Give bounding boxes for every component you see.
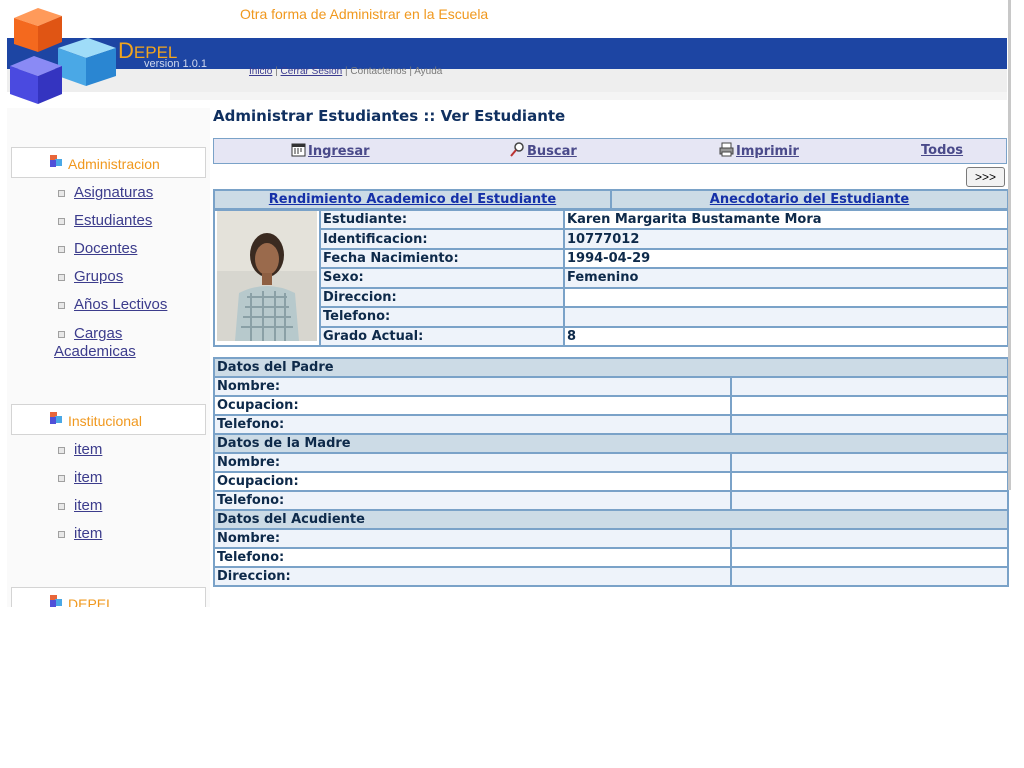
section-header-padre: Datos del Padre — [213, 357, 1009, 378]
next-page-button[interactable]: >>> — [966, 167, 1005, 187]
sidebar-section-title: Institucional — [68, 413, 142, 429]
tab-anecdotario-link[interactable]: Anecdotario del Estudiante — [710, 192, 909, 207]
sidebar-item-inst[interactable]: item — [74, 441, 102, 458]
sidebar-section-institucional: Institucional — [11, 404, 206, 435]
field-value — [730, 376, 1009, 397]
version-label: version 1.0.1 — [144, 58, 207, 70]
field-value: 8 — [563, 325, 1009, 348]
nav-separator: | — [409, 66, 412, 77]
sidebar-section-administracion: Administracion — [11, 147, 206, 178]
field-value — [730, 395, 1009, 416]
student-photo-image — [217, 212, 317, 341]
parents-table: Datos del Padre Nombre: Ocupacion: Telef… — [213, 357, 1009, 587]
field-value: Karen Margarita Bustamante Mora — [563, 208, 1009, 231]
sidebar-item-inst[interactable]: item — [74, 497, 102, 514]
cube-icon — [50, 595, 62, 607]
field-label: Telefono: — [213, 547, 732, 568]
field-label: Identificacion: — [319, 228, 565, 250]
field-label: Ocupacion: — [213, 395, 732, 416]
field-label: Nombre: — [213, 376, 732, 397]
bullet-icon — [58, 475, 65, 482]
todos-link[interactable]: Todos — [921, 143, 963, 158]
section-header-madre: Datos de la Madre — [213, 433, 1009, 454]
header-top — [0, 0, 1008, 38]
field-value: Femenino — [563, 267, 1009, 289]
sidebar-item-asignaturas[interactable]: Asignaturas — [74, 184, 153, 201]
field-label: Direccion: — [213, 566, 732, 587]
browser-frame: Otra forma de Administrar en la Escuela … — [0, 0, 1024, 607]
field-value — [730, 452, 1009, 473]
nav-ayuda-link[interactable]: Ayuda — [414, 66, 442, 77]
field-label: Fecha Nacimiento: — [319, 247, 565, 270]
sidebar-item-inst[interactable]: item — [74, 525, 102, 542]
field-value — [730, 490, 1009, 511]
sidebar: Administracion Asignaturas Estudiantes D… — [7, 108, 210, 607]
field-label: Estudiante: — [319, 208, 565, 231]
nav-band — [7, 69, 1007, 92]
field-label: Ocupacion: — [213, 471, 732, 492]
calendar-icon — [291, 143, 306, 157]
field-value — [730, 566, 1009, 587]
student-photo — [213, 209, 321, 347]
sidebar-item-anos-lectivos[interactable]: Años Lectivos — [74, 296, 167, 313]
sidebar-section-title: Administracion — [68, 156, 160, 172]
sidebar-item-grupos[interactable]: Grupos — [74, 268, 123, 285]
tabs-table: Rendimiento Academico del Estudiante Ane… — [213, 189, 1009, 210]
tab-rendimiento[interactable]: Rendimiento Academico del Estudiante — [213, 189, 612, 210]
bullet-icon — [58, 274, 65, 281]
sidebar-section-title: DEPEL — [68, 596, 114, 607]
tab-rendimiento-link[interactable]: Rendimiento Academico del Estudiante — [269, 192, 556, 207]
imprimir-link[interactable]: Imprimir — [736, 144, 799, 159]
tab-anecdotario[interactable]: Anecdotario del Estudiante — [610, 189, 1009, 210]
field-label: Telefono: — [319, 306, 565, 328]
sidebar-item-estudiantes[interactable]: Estudiantes — [74, 212, 152, 229]
sidebar-item-inst[interactable]: item — [74, 469, 102, 486]
ingresar-link[interactable]: Ingresar — [308, 144, 370, 159]
field-label: Nombre: — [213, 528, 732, 549]
bullet-icon — [58, 246, 65, 253]
depel-logo-icon — [10, 8, 116, 104]
printer-icon — [719, 142, 734, 157]
top-navigation: Inicio | Cerrar Sesion | Contactenos | A… — [249, 66, 442, 77]
field-label: Telefono: — [213, 414, 732, 435]
field-value — [730, 528, 1009, 549]
cube-icon — [50, 155, 62, 167]
magnifier-icon — [510, 142, 524, 157]
student-info-table: Estudiante: Karen Margarita Bustamante M… — [213, 208, 1009, 348]
field-label: Telefono: — [213, 490, 732, 511]
field-label: Nombre: — [213, 452, 732, 473]
nav-separator: | — [345, 66, 348, 77]
bullet-icon — [58, 302, 65, 309]
header-shadow — [170, 92, 1007, 100]
page-title: Administrar Estudiantes :: Ver Estudiant… — [213, 107, 566, 125]
field-label: Direccion: — [319, 286, 565, 309]
action-toolbar: Ingresar Buscar Imprimir Todos — [213, 138, 1007, 164]
cube-icon — [50, 412, 62, 424]
buscar-link[interactable]: Buscar — [527, 144, 577, 159]
bullet-icon — [58, 218, 65, 225]
bullet-icon — [58, 190, 65, 197]
field-value — [730, 414, 1009, 435]
field-label: Sexo: — [319, 267, 565, 289]
nav-separator: | — [275, 66, 278, 77]
field-value: 10777012 — [563, 228, 1009, 250]
bullet-icon — [58, 447, 65, 454]
tagline: Otra forma de Administrar en la Escuela — [240, 6, 489, 22]
bullet-icon — [58, 531, 65, 538]
sidebar-item-cargas-academicas[interactable]: Cargas Academicas — [54, 325, 154, 361]
sidebar-section-depel: DEPEL — [11, 587, 206, 607]
nav-contactenos-link[interactable]: Contactenos — [350, 66, 406, 77]
field-value — [730, 547, 1009, 568]
vertical-scrollbar[interactable] — [1008, 0, 1011, 490]
bullet-icon — [58, 503, 65, 510]
sidebar-item-docentes[interactable]: Docentes — [74, 240, 137, 257]
section-header-acudiente: Datos del Acudiente — [213, 509, 1009, 530]
field-value — [563, 306, 1009, 328]
nav-inicio-link[interactable]: Inicio — [249, 66, 272, 77]
field-label: Grado Actual: — [319, 325, 565, 348]
field-value — [730, 471, 1009, 492]
field-value — [563, 286, 1009, 309]
field-value: 1994-04-29 — [563, 247, 1009, 270]
nav-cerrar-sesion-link[interactable]: Cerrar Sesion — [281, 66, 343, 77]
